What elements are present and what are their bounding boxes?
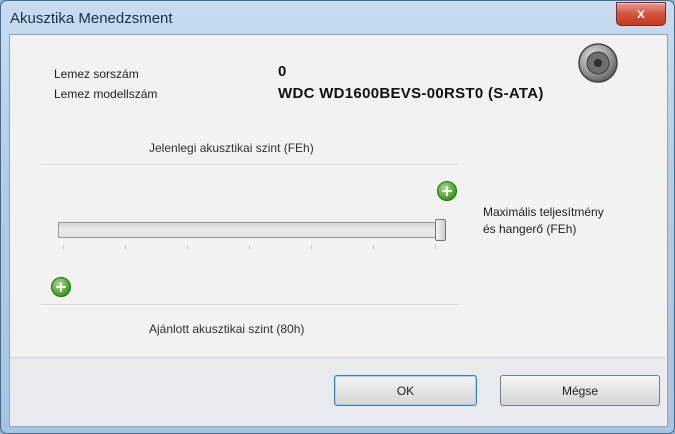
window-title: Akusztika Menedzsment: [10, 10, 173, 27]
ok-button[interactable]: OK: [334, 375, 477, 406]
slider-tick: [125, 245, 126, 249]
acoustic-level-slider[interactable]: [58, 222, 441, 238]
current-acoustic-level-label: Jelenlegi akusztikai szint (FEh): [149, 141, 314, 155]
slider-tick: [63, 245, 64, 249]
close-icon: x: [637, 5, 645, 21]
recommended-plus-icon[interactable]: [51, 277, 71, 297]
slider-tick: [435, 245, 436, 249]
slider-tick: [373, 245, 374, 249]
disk-model-value: WDC WD1600BEVS-00RST0 (S-ATA): [278, 85, 544, 102]
disk-serial-label: Lemez sorszám: [54, 67, 139, 81]
slider-tick: [249, 245, 250, 249]
max-performance-line2: és hangerő (FEh): [483, 222, 577, 236]
divider-bottom: [41, 304, 458, 306]
disk-serial-value: 0: [278, 63, 287, 80]
divider-top: [41, 164, 458, 166]
slider-tick: [187, 245, 188, 249]
disk-model-label: Lemez modellszám: [54, 87, 158, 101]
cancel-button[interactable]: Mégse: [500, 375, 660, 406]
speaker-icon: [578, 43, 618, 83]
close-button[interactable]: x: [616, 2, 666, 26]
max-performance-line1: Maximális teljesítmény: [483, 205, 604, 219]
max-performance-label: Maximális teljesítmény és hangerő (FEh): [483, 204, 604, 238]
increase-plus-icon[interactable]: [437, 181, 457, 201]
slider-thumb[interactable]: [435, 219, 446, 241]
slider-tick: [311, 245, 312, 249]
dialog-window: Akusztika Menedzsment x Lemez sorszám 0 …: [0, 0, 675, 434]
recommended-acoustic-level-label: Ajánlott akusztikai szint (80h): [149, 322, 305, 336]
title-bar[interactable]: Akusztika Menedzsment x: [1, 1, 674, 35]
